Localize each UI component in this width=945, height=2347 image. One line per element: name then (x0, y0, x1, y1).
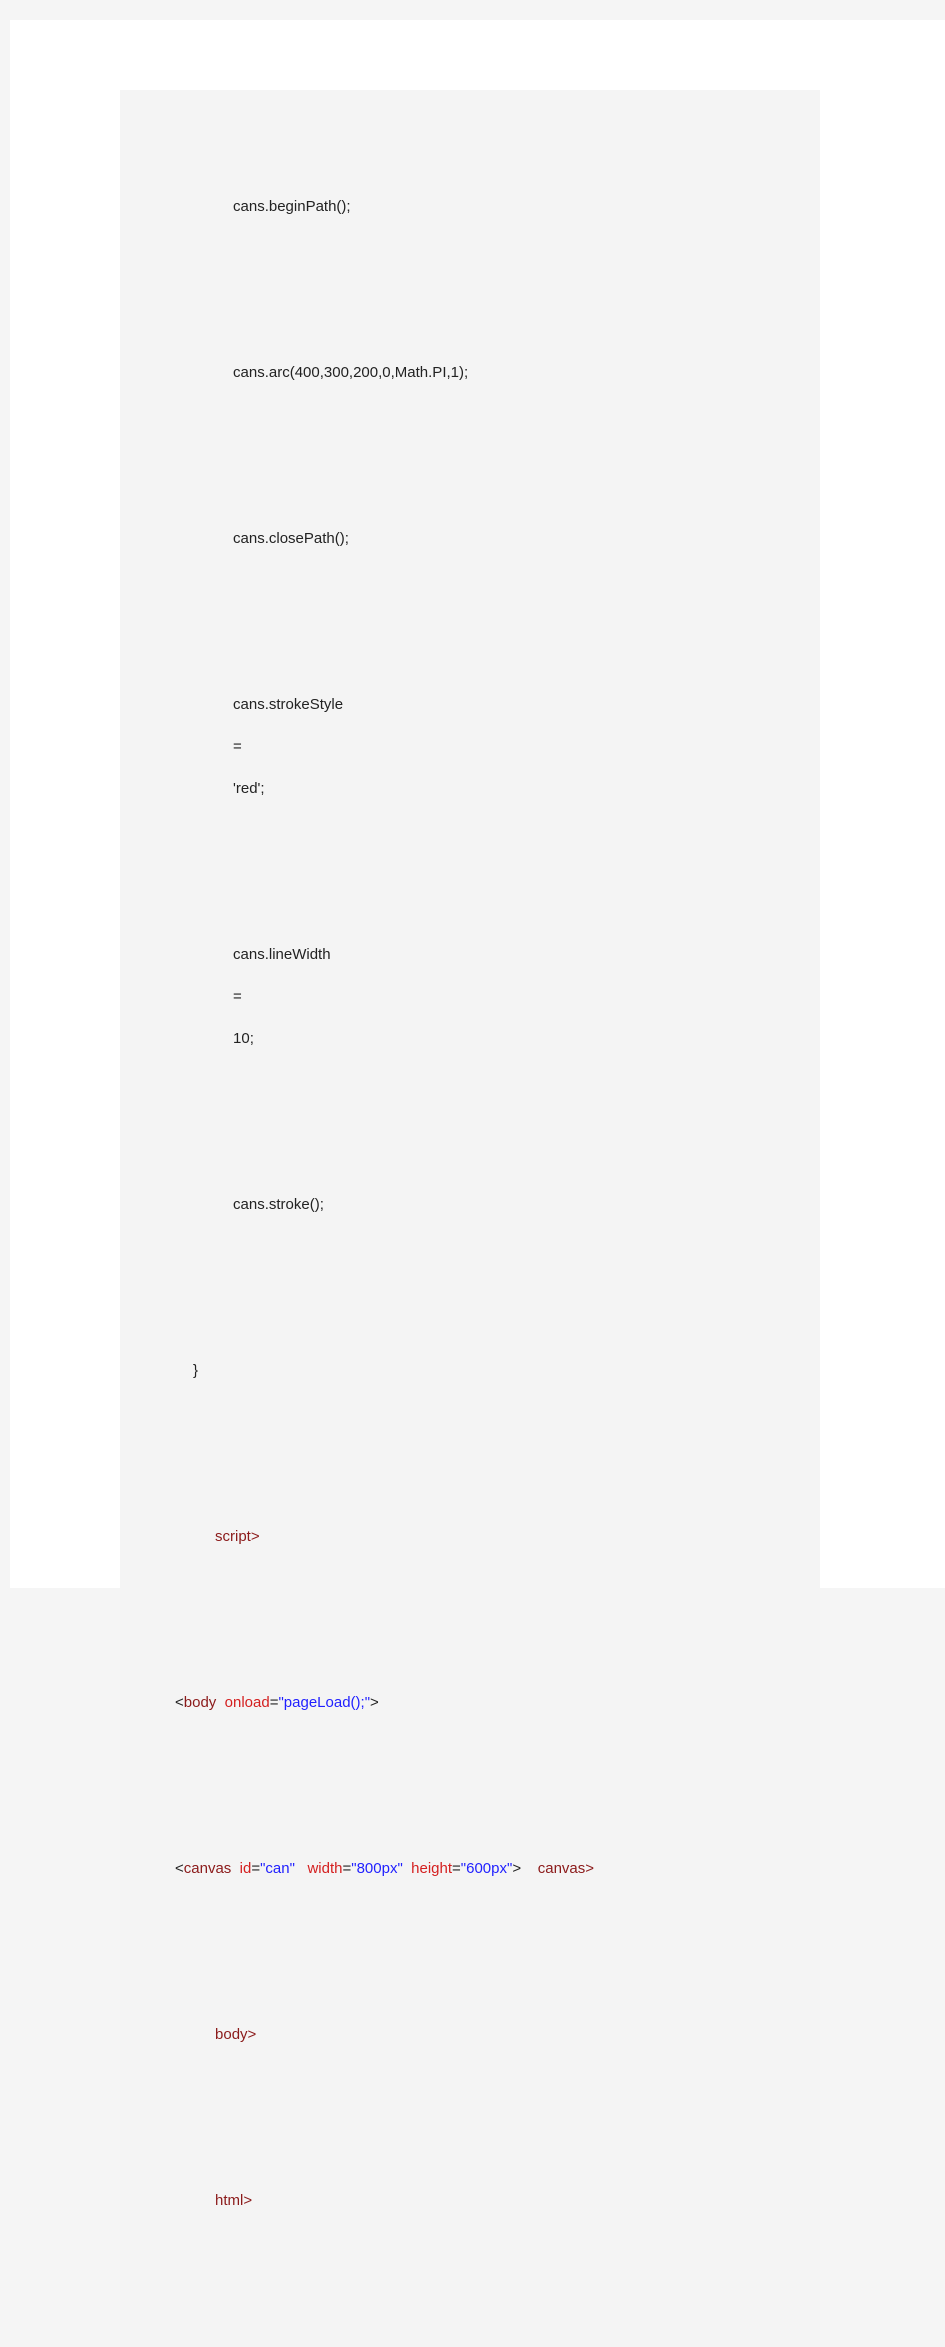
code-tag: script> (215, 1528, 260, 1545)
code-text (216, 1694, 224, 1711)
code-value: "600px" (461, 1860, 513, 1877)
code-punct: = (251, 1860, 260, 1877)
code-punct: < (175, 1860, 184, 1877)
code-attr: height (411, 1860, 452, 1877)
code-tag: canvas (184, 1860, 232, 1877)
code-block: cans.beginPath(); cans.arc(400,300,200,0… (120, 90, 820, 2347)
code-punct: > (512, 1860, 521, 1877)
code-line: cans.stroke(); (150, 1173, 790, 1236)
code-tag: canvas> (538, 1860, 594, 1877)
code-text: 10; (233, 1030, 254, 1047)
code-text (233, 759, 241, 776)
code-value: "can" (260, 1860, 295, 1877)
code-text: cans.arc(400,300,200,0,Math.PI,1); (233, 364, 468, 381)
code-text (233, 967, 241, 984)
code-line: <canvas id="can" width="800px" height="6… (150, 1837, 790, 1900)
code-line: cans.strokeStyle = 'red'; (150, 673, 790, 820)
code-text: = (233, 738, 242, 755)
code-tag: body (184, 1694, 217, 1711)
code-text (403, 1860, 411, 1877)
code-text (521, 1860, 538, 1877)
document-page: cans.beginPath(); cans.arc(400,300,200,0… (10, 20, 945, 1588)
code-text: 'red'; (233, 780, 265, 797)
code-text: cans.closePath(); (233, 530, 349, 547)
code-line: cans.beginPath(); (150, 175, 790, 238)
code-tag: body> (215, 2026, 256, 2043)
code-tag: html> (215, 2192, 252, 2209)
code-punct: = (270, 1694, 279, 1711)
code-value: "pageLoad();" (278, 1694, 370, 1711)
code-text: = (233, 988, 242, 1005)
code-text (231, 1860, 239, 1877)
code-line: } (150, 1339, 790, 1402)
code-line: html> (150, 2169, 790, 2232)
code-line: <body onload="pageLoad();"> (150, 1671, 790, 1734)
code-line: cans.closePath(); (150, 507, 790, 570)
code-attr: id (240, 1860, 252, 1877)
code-text (233, 717, 241, 734)
code-text: cans.lineWidth (233, 946, 331, 963)
code-attr: onload (225, 1694, 270, 1711)
code-punct: = (343, 1860, 352, 1877)
code-line: body> (150, 2003, 790, 2066)
code-text (295, 1860, 308, 1877)
code-text: } (193, 1362, 198, 1379)
code-text: cans.beginPath(); (233, 198, 351, 215)
code-text (233, 1009, 241, 1026)
code-punct: = (452, 1860, 461, 1877)
code-attr: width (307, 1860, 342, 1877)
code-punct: > (370, 1694, 379, 1711)
code-line: cans.arc(400,300,200,0,Math.PI,1); (150, 341, 790, 404)
code-line: cans.lineWidth = 10; (150, 923, 790, 1070)
code-text: cans.stroke(); (233, 1196, 324, 1213)
code-punct: < (175, 1694, 184, 1711)
code-value: "800px" (351, 1860, 403, 1877)
code-text: cans.strokeStyle (233, 696, 343, 713)
code-line: script> (150, 1505, 790, 1568)
